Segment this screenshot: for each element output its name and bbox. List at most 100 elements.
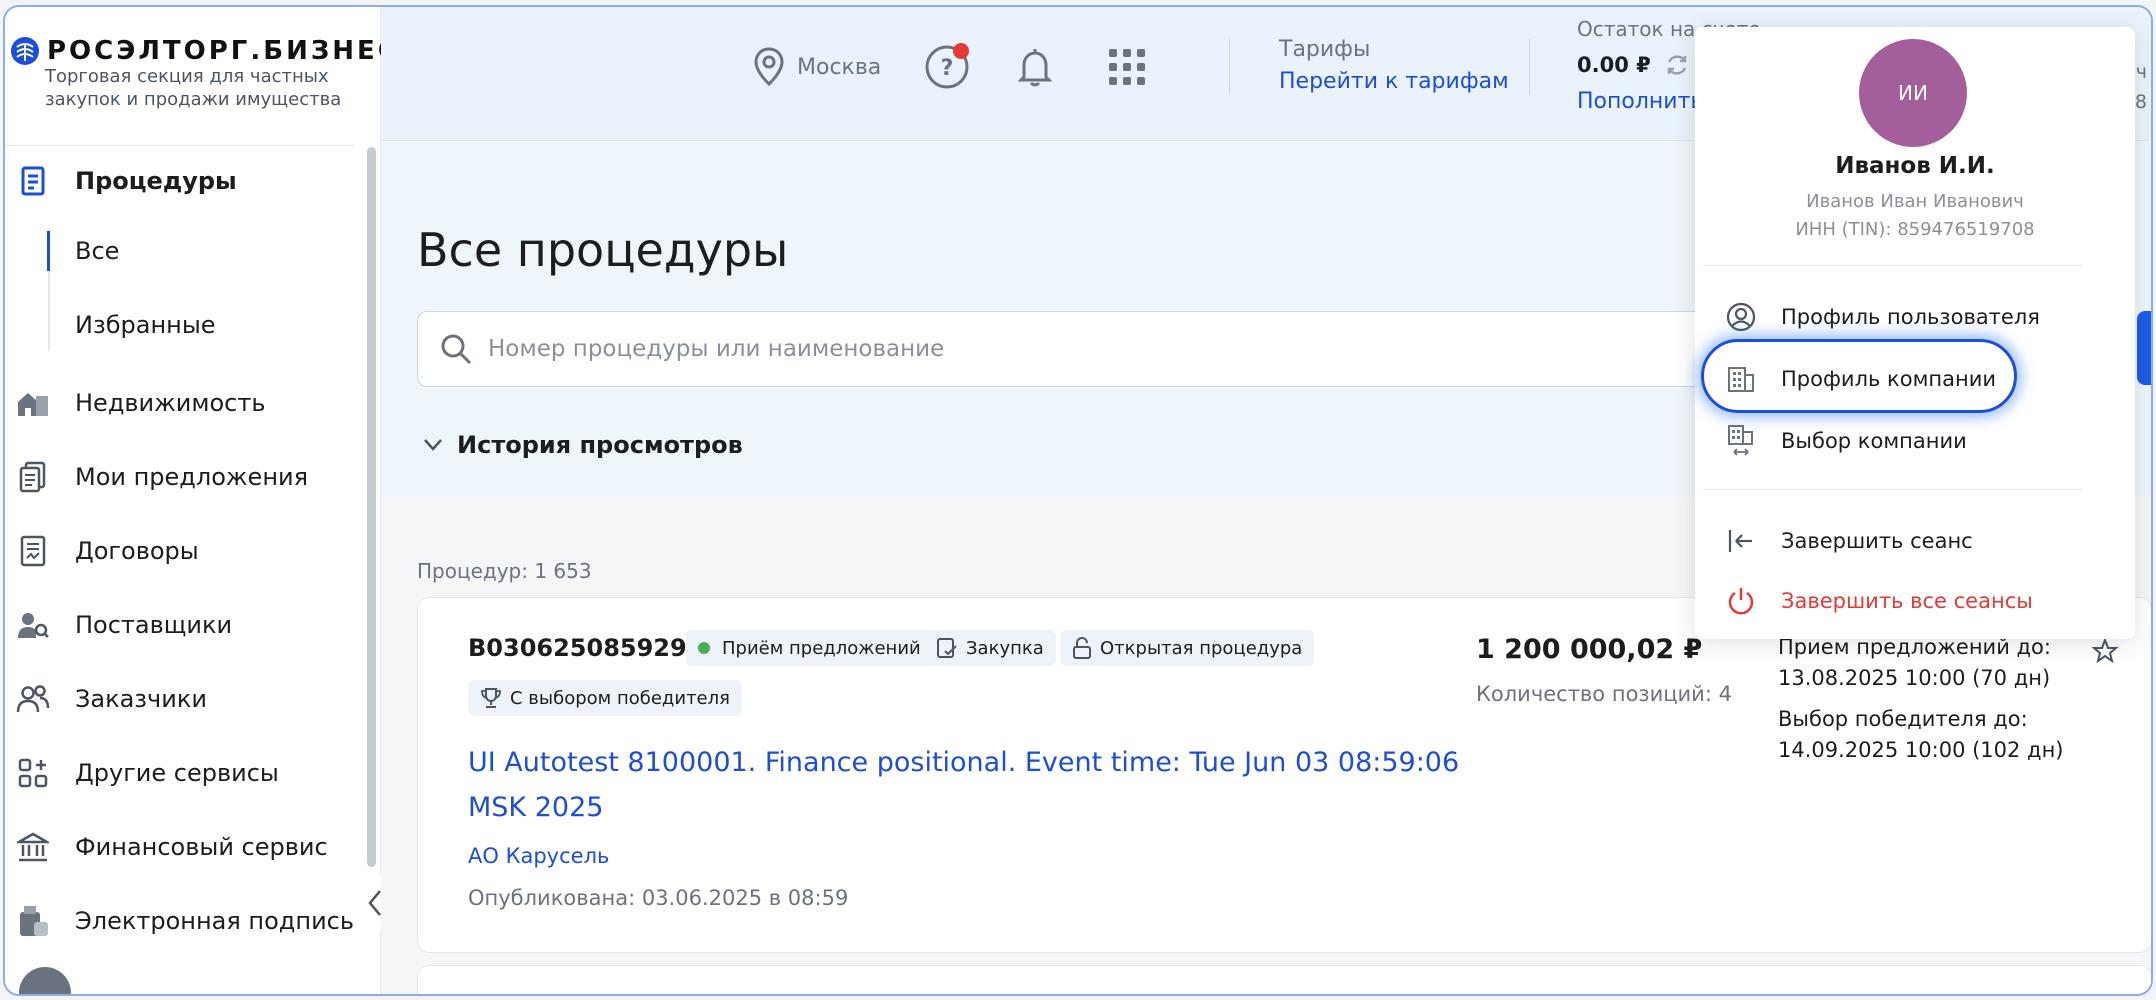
supplier-icon xyxy=(15,607,51,643)
search-button[interactable] xyxy=(2137,311,2151,385)
sidebar-item-label: Заказчики xyxy=(75,685,207,713)
sidebar-item-label: Финансовый сервис xyxy=(75,833,328,861)
search-box[interactable] xyxy=(417,311,1757,387)
usb-key-icon xyxy=(15,903,51,939)
brand-logo[interactable]: РОСЭЛТОРГ.БИЗНЕС xyxy=(9,27,400,67)
sidebar-item-contracts[interactable]: Договоры xyxy=(5,521,355,581)
apps-button[interactable] xyxy=(1103,43,1151,91)
menu-item-select-company[interactable]: Выбор компании xyxy=(1725,419,1967,463)
submenu-active-indicator xyxy=(47,231,50,271)
location-selector[interactable]: Москва xyxy=(753,47,881,87)
top-up-link[interactable]: Пополнить xyxy=(1577,89,1703,114)
search-input[interactable] xyxy=(488,336,1588,362)
papers-icon xyxy=(15,459,51,495)
building-switch-icon xyxy=(1725,425,1757,457)
menu-item-logout[interactable]: Завершить сеанс xyxy=(1725,519,1973,563)
tag-label: Закупка xyxy=(966,637,1044,659)
building-icon xyxy=(1725,363,1757,395)
winner-badge: С выбором победителя xyxy=(468,680,742,716)
menu-item-logout-all[interactable]: Завершить все сеансы xyxy=(1725,579,2033,623)
menu-item-user-profile[interactable]: Профиль пользователя xyxy=(1725,295,2040,339)
chevron-down-icon xyxy=(424,439,442,451)
grid-plus-icon xyxy=(15,755,51,791)
tag-label: Открытая процедура xyxy=(1100,637,1303,659)
status-badge: Приём предложений xyxy=(686,630,933,666)
tariffs-title: Тарифы xyxy=(1279,37,1371,62)
customers-icon xyxy=(15,681,51,717)
user-circle-icon xyxy=(1725,301,1757,333)
access-badge: Открытая процедура xyxy=(1060,630,1315,666)
sidebar-item-label: Поставщики xyxy=(75,611,233,639)
type-badge: Закупка xyxy=(924,630,1056,666)
submenu-item-all[interactable]: Все xyxy=(75,226,119,276)
procedure-card[interactable] xyxy=(417,965,2151,994)
map-pin-icon xyxy=(754,47,784,87)
app-window: РОСЭЛТОРГ.БИЗНЕС Торговая секция для час… xyxy=(3,5,2153,996)
sidebar-item-customers[interactable]: Заказчики xyxy=(5,669,355,729)
user-short-name: Иванов И.И. xyxy=(1835,153,1995,179)
contract-icon xyxy=(15,533,51,569)
sidebar-divider xyxy=(5,145,355,146)
menu-item-company-profile[interactable]: Профиль компании xyxy=(1725,357,1996,401)
house-icon xyxy=(15,385,51,421)
submenu-item-label: Избранные xyxy=(75,311,216,339)
help-button[interactable]: ? xyxy=(923,43,971,91)
brand-title: РОСЭЛТОРГ.БИЗНЕС xyxy=(47,36,400,66)
sidebar-item-label: Договоры xyxy=(75,537,199,565)
submenu-item-label: Все xyxy=(75,237,120,265)
grid-dots-icon xyxy=(1109,49,1145,85)
menu-item-label: Завершить все сеансы xyxy=(1781,589,2033,613)
procedure-title-link[interactable]: UI Autotest 8100001. Finance positional.… xyxy=(468,740,1468,830)
refresh-icon[interactable] xyxy=(1665,53,1689,77)
procedure-card[interactable]: B0306250859293 Приём предложений Закупка… xyxy=(417,597,2151,953)
brand-logo-icon xyxy=(11,37,39,65)
deadline-winner-value: 14.09.2025 10:00 (102 дн) xyxy=(1778,738,2064,762)
menu-item-label: Завершить сеанс xyxy=(1781,529,1973,553)
sidebar-item-other-services[interactable]: Другие сервисы xyxy=(5,743,355,803)
sidebar-item-e-signature[interactable]: Электронная подпись xyxy=(5,891,355,951)
unlock-icon xyxy=(1073,637,1091,659)
history-label: История просмотров xyxy=(457,431,743,459)
organization-link[interactable]: АО Карусель xyxy=(468,844,609,868)
menu-divider xyxy=(1703,265,2083,266)
sidebar-item-label: Недвижимость xyxy=(75,389,266,417)
power-icon xyxy=(1725,585,1757,617)
page-title: Все процедуры xyxy=(417,223,789,277)
menu-divider xyxy=(1703,489,2083,490)
notifications-button[interactable] xyxy=(1011,43,1059,91)
telegram-icon[interactable] xyxy=(19,967,71,994)
location-label: Москва xyxy=(797,54,882,80)
submenu-item-favorites[interactable]: Избранные xyxy=(75,300,216,350)
view-history-toggle[interactable]: История просмотров xyxy=(423,431,743,459)
search-icon xyxy=(441,334,472,365)
menu-item-label: Профиль пользователя xyxy=(1781,305,2040,329)
sidebar-item-real-estate[interactable]: Недвижимость xyxy=(5,373,355,433)
tag-label: Приём предложений xyxy=(722,637,921,659)
doc-check-icon xyxy=(937,638,957,658)
sidebar-scrollbar[interactable] xyxy=(367,147,376,867)
sidebar-item-procedures[interactable]: Процедуры xyxy=(5,151,355,211)
avatar-initials: ИИ xyxy=(1898,81,1928,105)
brand-subtitle: Торговая секция для частных закупок и пр… xyxy=(45,66,342,110)
header-divider xyxy=(1229,39,1230,95)
sidebar-item-label: Процедуры xyxy=(75,167,237,195)
deadline-offers-value: 13.08.2025 10:00 (70 дн) xyxy=(1778,666,2051,690)
favorite-star-icon[interactable] xyxy=(2092,638,2118,664)
notification-dot xyxy=(953,43,969,59)
sidebar-item-my-offers[interactable]: Мои предложения xyxy=(5,447,355,507)
sidebar-item-label: Другие сервисы xyxy=(75,759,279,787)
sidebar-item-label: Мои предложения xyxy=(75,463,309,491)
sidebar: РОСЭЛТОРГ.БИЗНЕС Торговая секция для час… xyxy=(5,7,397,994)
svg-text:?: ? xyxy=(941,56,954,81)
tariffs-link[interactable]: Перейти к тарифам xyxy=(1279,69,1509,94)
user-full-name: Иванов Иван Иванович xyxy=(1806,191,2024,212)
procedure-number: B0306250859293 xyxy=(468,634,704,662)
tag-label: С выбором победителя xyxy=(510,687,730,709)
user-inn: ИНН (TIN): 859476519708 xyxy=(1795,219,2035,240)
sidebar-item-suppliers[interactable]: Поставщики xyxy=(5,595,355,655)
menu-item-label: Выбор компании xyxy=(1781,429,1967,453)
sidebar-item-finance[interactable]: Финансовый сервис xyxy=(5,817,355,877)
balance-value: 0.00 ₽ xyxy=(1577,53,1689,77)
menu-item-label: Профиль компании xyxy=(1781,367,1997,391)
published-date: Опубликована: 03.06.2025 в 08:59 xyxy=(468,886,849,910)
